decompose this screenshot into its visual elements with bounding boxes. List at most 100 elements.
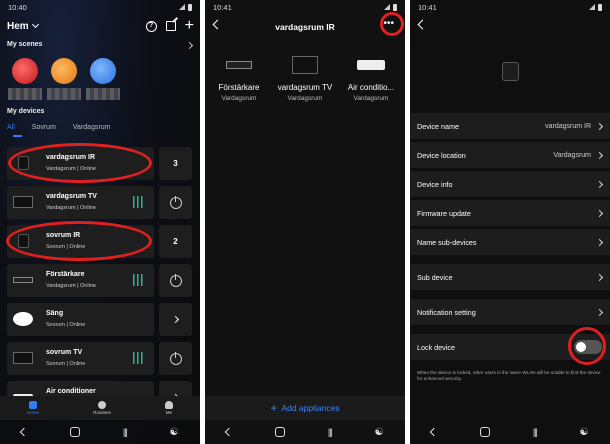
recents-icon[interactable]: ||| (123, 427, 128, 437)
power-button[interactable] (159, 264, 192, 297)
tab-vardagsrum[interactable]: Vardagsrum (73, 124, 111, 131)
sliders-icon[interactable] (133, 196, 145, 208)
device-status: Vardagsrum | Online (46, 205, 96, 211)
add-icon[interactable]: + (185, 18, 194, 34)
setting-device-info[interactable]: Device info (410, 171, 610, 197)
nav-home[interactable]: Home (27, 401, 39, 415)
bottom-nav: Home Routines Me (0, 396, 200, 420)
bed-icon (13, 312, 33, 326)
device-status: Vardagsrum | Online (46, 283, 96, 289)
power-button[interactable] (159, 186, 192, 219)
chevron-right-icon (595, 209, 604, 217)
android-nav-bar: ||| ☯ (205, 420, 405, 444)
home-screen: 10:40 Hem ? + My scenes My devices All S… (0, 0, 200, 444)
device-status: Sovrum | Online (46, 322, 86, 328)
person-icon (164, 401, 173, 409)
setting-value: Vardagsrum (553, 151, 591, 159)
room-tabs: All Sovrum Vardagsrum (7, 124, 111, 131)
ir-hub-icon (502, 62, 519, 81)
add-appliances-label: Add appliances (281, 403, 340, 413)
tab-all[interactable]: All (7, 124, 15, 131)
setting-notification[interactable]: Notification setting (410, 299, 610, 325)
nav-routines[interactable]: Routines (93, 401, 111, 415)
device-name: vardagsrum TV (46, 193, 97, 200)
scene-label-blurred (86, 88, 120, 100)
appliance-room: Vardagsrum (353, 95, 389, 102)
back-icon[interactable] (430, 427, 439, 437)
home-button-icon[interactable] (70, 427, 81, 437)
recents-icon[interactable]: ||| (328, 427, 333, 437)
setting-label: Sub device (417, 272, 453, 282)
scene-icon[interactable] (12, 58, 38, 84)
device-card[interactable]: vardagsrum TV Vardagsrum | Online (7, 186, 154, 219)
sub-device-count[interactable]: 2 (159, 225, 192, 258)
device-card[interactable]: sovrum TV Sovrum | Online (7, 342, 154, 375)
back-icon[interactable] (225, 427, 234, 437)
scene-icon[interactable] (51, 58, 77, 84)
setting-device-name[interactable]: Device name vardagsrum IR (410, 113, 610, 139)
device-card[interactable]: Förstärkare Vardagsrum | Online (7, 264, 154, 297)
device-status: Sovrum | Online (46, 244, 86, 250)
appliance-tile[interactable]: vardagsrum TV Vardagsrum (274, 52, 336, 102)
plus-icon: + (270, 401, 278, 415)
home-button-icon[interactable] (480, 427, 491, 437)
ir-hub-icon (17, 234, 29, 248)
appliance-name: Förstärkare (218, 83, 260, 92)
power-icon (169, 273, 182, 287)
lock-device-toggle[interactable] (574, 340, 602, 354)
back-icon[interactable] (20, 427, 29, 437)
setting-device-location[interactable]: Device location Vardagsrum (410, 142, 610, 168)
sliders-icon[interactable] (133, 352, 145, 364)
device-status: Vardagsrum | Online (46, 166, 96, 172)
sub-device-count[interactable]: 3 (159, 147, 192, 180)
home-button-icon[interactable] (275, 427, 286, 437)
setting-firmware-update[interactable]: Firmware update (410, 200, 610, 226)
device-name: Förstärkare (46, 271, 85, 278)
device-card[interactable]: Säng Sovrum | Online (7, 303, 154, 336)
amplifier-icon (226, 61, 252, 69)
page-title: vardagsrum IR (275, 22, 335, 32)
setting-name-sub-devices[interactable]: Name sub-devices (410, 229, 610, 255)
chevron-right-icon[interactable] (185, 41, 194, 50)
air-conditioner-icon (357, 60, 385, 70)
back-icon[interactable] (417, 19, 428, 30)
scene-label-blurred (8, 88, 42, 100)
tv-icon (13, 196, 33, 208)
tv-icon (292, 56, 318, 74)
device-card[interactable]: vardagsrum IR Vardagsrum | Online (7, 147, 154, 180)
status-bar: 10:41 (205, 0, 405, 14)
status-bar: 10:40 (0, 0, 200, 14)
lock-note: When the device is locked, other users i… (417, 370, 601, 381)
setting-sub-device[interactable]: Sub device (410, 264, 610, 290)
status-time: 10:40 (8, 2, 27, 12)
add-appliances-button[interactable]: + Add appliances (205, 396, 405, 420)
devices-label: My devices (7, 108, 45, 115)
open-device-button[interactable] (159, 303, 192, 336)
edit-icon[interactable] (165, 21, 176, 31)
accessibility-icon[interactable]: ☯ (170, 427, 179, 438)
power-icon (169, 195, 182, 209)
chevron-right-icon (595, 151, 604, 159)
nav-me[interactable]: Me (164, 401, 173, 415)
accessibility-icon[interactable]: ☯ (580, 427, 589, 438)
chevron-right-icon (595, 180, 604, 188)
appliance-name: Air conditio... (347, 83, 395, 92)
help-icon[interactable]: ? (145, 20, 157, 32)
more-options-icon[interactable]: ••• (383, 19, 394, 29)
setting-label: Device info (417, 179, 453, 189)
device-settings-screen: 10:41 Device name vardagsrum IR Device l… (410, 0, 610, 444)
scene-icon[interactable] (90, 58, 116, 84)
chevron-down-icon[interactable] (31, 20, 39, 29)
power-button[interactable] (159, 342, 192, 375)
chevron-right-icon (595, 308, 604, 316)
sliders-icon[interactable] (133, 274, 145, 286)
home-selector[interactable]: Hem (7, 21, 29, 32)
chevron-right-icon (595, 122, 604, 130)
device-name: Air conditioner (46, 388, 96, 395)
accessibility-icon[interactable]: ☯ (375, 427, 384, 438)
device-card[interactable]: sovrum IR Sovrum | Online (7, 225, 154, 258)
appliance-tile[interactable]: Air conditio... Vardagsrum (340, 52, 402, 102)
tab-sovrum[interactable]: Sovrum (32, 124, 56, 131)
recents-icon[interactable]: ||| (533, 427, 538, 437)
appliance-tile[interactable]: Förstärkare Vardagsrum (208, 52, 270, 102)
